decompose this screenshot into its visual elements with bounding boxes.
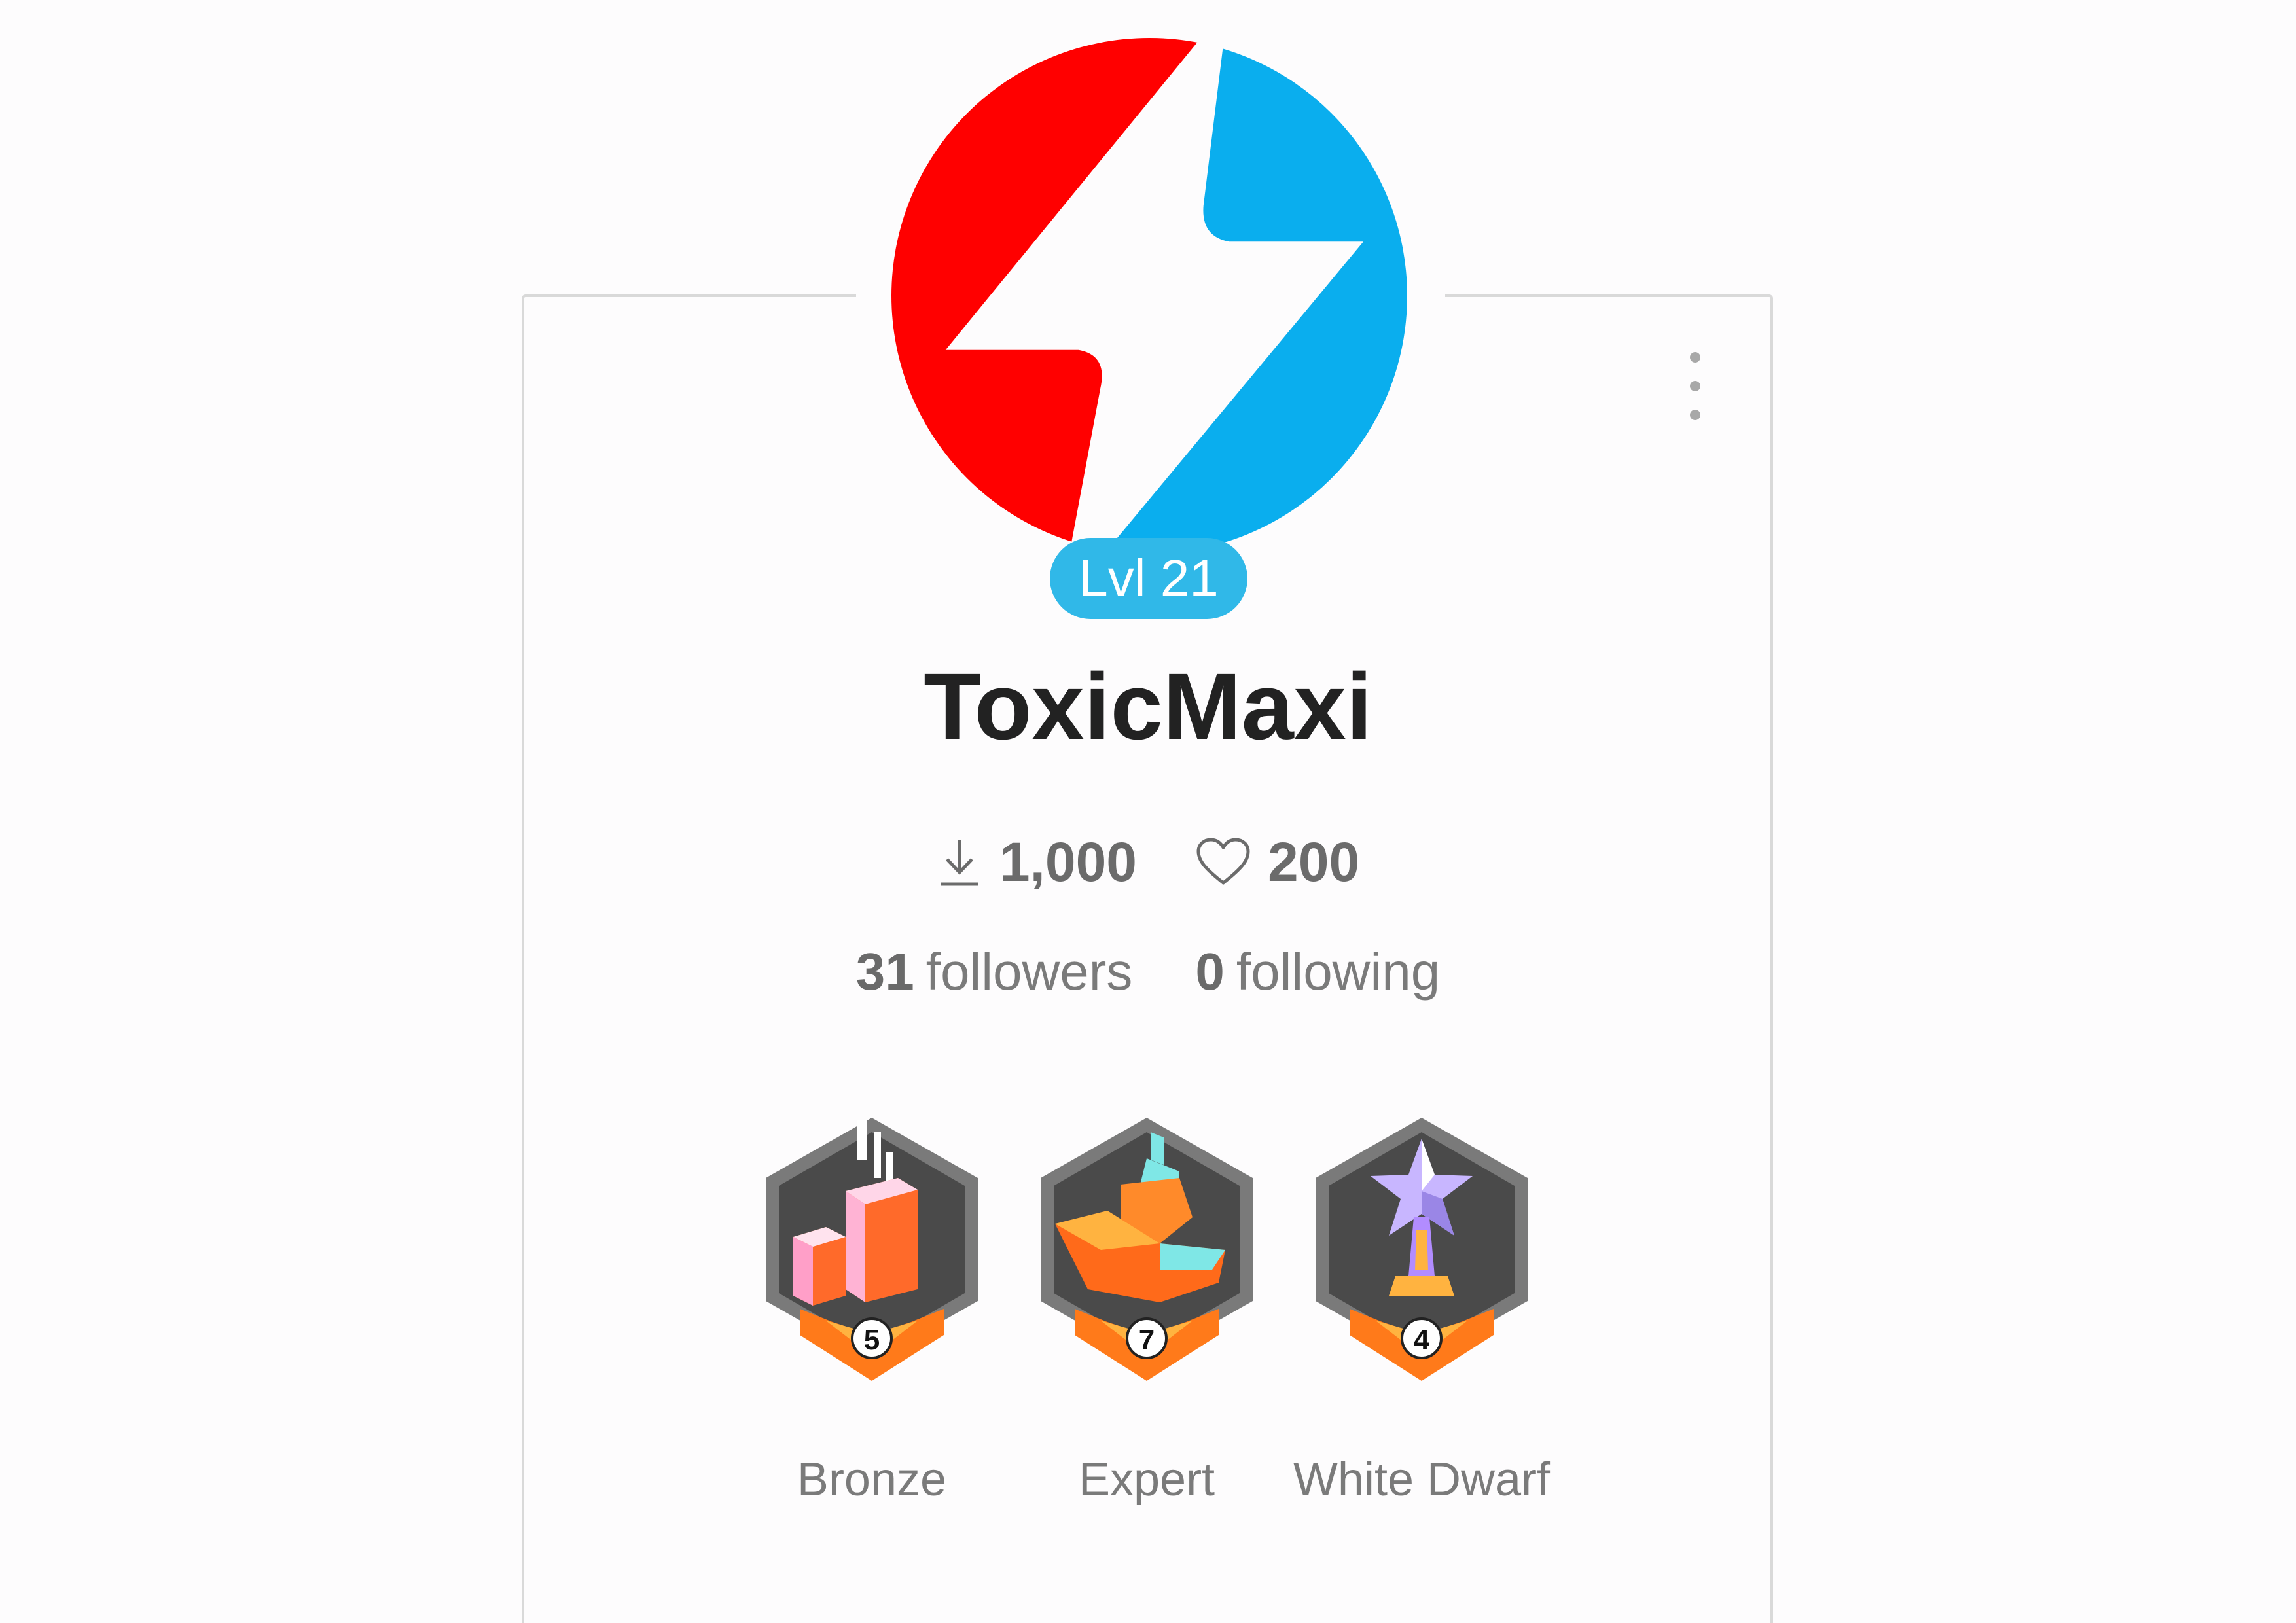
stats-row: 1,000 200	[690, 826, 1606, 898]
likes-stat[interactable]: 200	[1196, 830, 1359, 894]
followers-count: 31	[855, 942, 914, 1001]
avatar[interactable]	[891, 38, 1407, 554]
badge-white-dwarf[interactable]: 4	[1304, 1113, 1539, 1400]
follow-row: 31 followers 0 following	[690, 936, 1606, 1008]
badge-white-dwarf-level: 4	[1414, 1324, 1430, 1356]
followers-link[interactable]: 31 followers	[856, 942, 1133, 1002]
following-count: 0	[1195, 942, 1225, 1001]
boat-badge-icon: 7	[1041, 1118, 1253, 1381]
more-options-button[interactable]	[1676, 347, 1715, 425]
more-vertical-icon	[1690, 352, 1700, 363]
downloads-count: 1,000	[999, 830, 1138, 893]
heart-icon	[1196, 838, 1250, 885]
more-vertical-icon-dot	[1690, 410, 1700, 420]
lightning-bolt-logo-icon	[891, 38, 1407, 554]
username: ToxicMaxi	[924, 654, 1372, 759]
badge-white-dwarf-label: White Dwarf	[1293, 1454, 1551, 1506]
badge-expert[interactable]: 7	[1029, 1113, 1265, 1400]
badge-bronze[interactable]: 5	[754, 1113, 990, 1400]
building-blocks-badge-icon: 5	[766, 1118, 978, 1381]
more-vertical-icon-dot	[1690, 381, 1700, 391]
download-icon	[940, 840, 978, 886]
following-link[interactable]: 0 following	[1195, 942, 1440, 1002]
followers-label: followers	[925, 942, 1133, 1001]
badge-expert-level: 7	[1139, 1324, 1155, 1356]
badge-bronze-level: 5	[864, 1324, 880, 1356]
likes-count: 200	[1268, 830, 1360, 893]
following-label: following	[1236, 942, 1441, 1001]
profile-page: Lvl 21 ToxicMaxi 1,000 200 31 followers 0…	[0, 0, 2296, 1623]
star-trophy-badge-icon: 4	[1316, 1118, 1528, 1381]
level-badge: Lvl 21	[1050, 538, 1247, 619]
downloads-stat: 1,000	[937, 830, 1137, 894]
